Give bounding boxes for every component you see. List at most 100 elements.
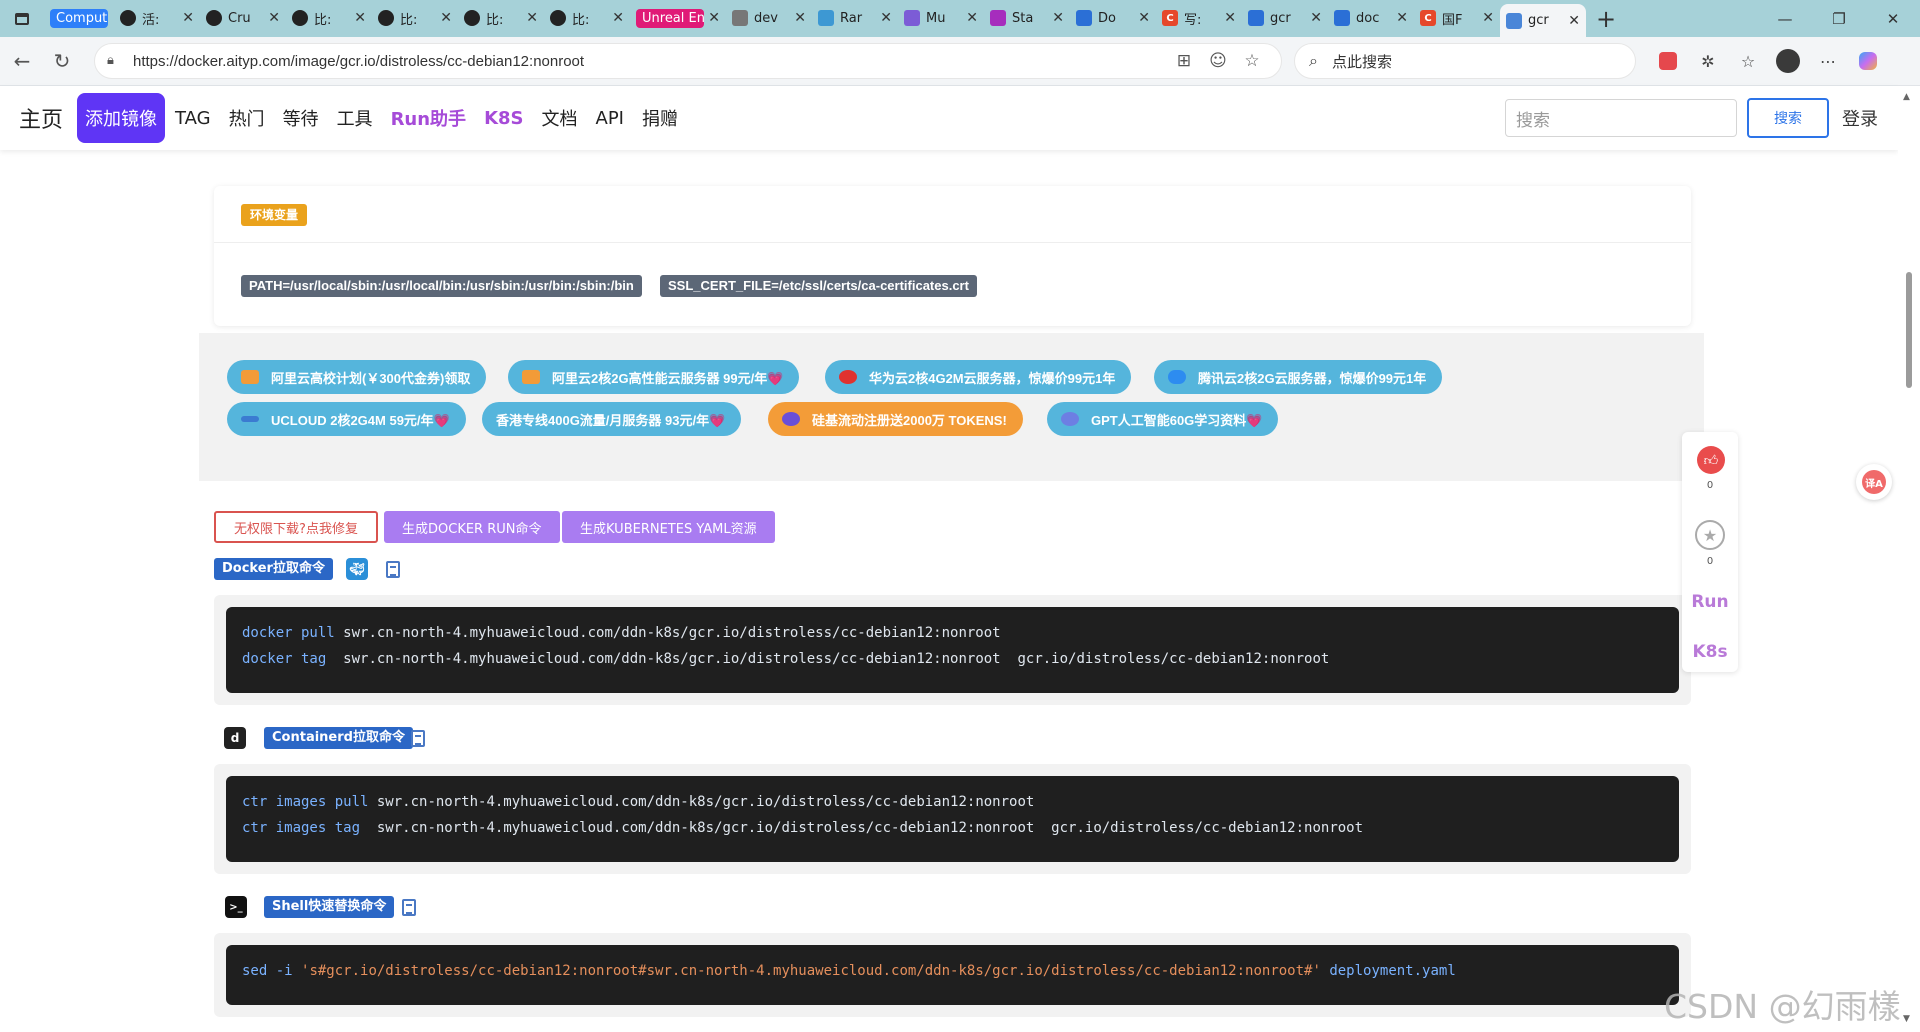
browser-tab[interactable]: 比: ✕ — [286, 4, 372, 32]
scroll-up-icon[interactable]: ▲ — [1903, 92, 1910, 102]
aliyun-icon — [241, 370, 259, 384]
containerd-code-block[interactable]: ctr images pull swr.cn-north-4.myhuaweic… — [226, 776, 1679, 862]
k8s-yaml-button[interactable]: 生成KUBERNETES YAML资源 — [562, 511, 775, 543]
docker-icon[interactable]: 🐳︎ — [346, 558, 368, 580]
new-tab-button[interactable]: + — [1586, 5, 1626, 33]
browser-tab[interactable]: gcr ✕ — [1500, 4, 1586, 37]
scroll-down-icon[interactable]: ▼ — [1903, 1014, 1910, 1024]
nav-waiting[interactable]: 等待 — [283, 105, 319, 131]
close-tab-icon[interactable]: ✕ — [440, 10, 452, 26]
close-tab-icon[interactable]: ✕ — [1482, 10, 1494, 26]
close-tab-icon[interactable]: ✕ — [526, 10, 538, 26]
promo-huawei[interactable]: 华为云2核4G2M云服务器，惊爆价99元1年 — [825, 360, 1132, 394]
restore-icon[interactable]: ❐ — [1812, 10, 1866, 28]
url-text[interactable]: https://docker.aityp.com/image/gcr.io/di… — [133, 53, 1167, 70]
browser-tab[interactable]: doc ✕ — [1328, 4, 1414, 32]
close-tab-icon[interactable]: ✕ — [1224, 10, 1236, 26]
browser-tab[interactable]: C 写: ✕ — [1156, 4, 1242, 32]
extensions-puzzle-icon[interactable]: ✲ — [1688, 43, 1728, 79]
reader-icon[interactable]: ☺ — [1201, 51, 1235, 71]
browser-tab[interactable]: Rar ✕ — [812, 4, 898, 32]
login-link[interactable]: 登录 — [1842, 105, 1878, 131]
k8s-link[interactable]: K8s — [1682, 642, 1738, 662]
promo-aliyun-campus[interactable]: 阿里云高校计划(￥300代金券)领取 — [227, 360, 487, 394]
close-tab-icon[interactable]: ✕ — [1310, 10, 1322, 26]
copilot-icon[interactable] — [1848, 43, 1888, 79]
promo-gpt[interactable]: GPT人工智能60G学习资料💗 — [1047, 402, 1279, 436]
close-tab-icon[interactable]: ✕ — [1052, 10, 1064, 26]
promo-label: 硅基流动注册送2000万 TOKENS! — [812, 412, 1007, 428]
nav-k8s[interactable]: K8S — [484, 108, 523, 129]
run-link[interactable]: Run — [1682, 592, 1738, 612]
site-info-icon[interactable]: 🔒︎ — [107, 53, 123, 69]
nav-tools[interactable]: 工具 — [337, 105, 373, 131]
close-tab-icon[interactable]: ✕ — [612, 10, 624, 26]
site-search-input[interactable]: 搜索 — [1505, 99, 1737, 137]
thumbs-up-icon[interactable]: 👍︎ — [1697, 446, 1725, 474]
browser-tab[interactable]: 比: ✕ — [458, 4, 544, 32]
sidebar-toggle-icon[interactable] — [0, 0, 44, 37]
copy-icon[interactable] — [411, 730, 425, 747]
profile-avatar[interactable] — [1768, 43, 1808, 79]
close-tab-icon[interactable]: ✕ — [354, 10, 366, 26]
more-menu-icon[interactable]: ⋯ — [1808, 43, 1848, 79]
docker-run-button[interactable]: 生成DOCKER RUN命令 — [384, 511, 560, 543]
close-window-icon[interactable]: ✕ — [1866, 10, 1920, 28]
promo-siliconflow[interactable]: 硅基流动注册送2000万 TOKENS! — [768, 402, 1023, 436]
tab-title: 比: — [486, 12, 504, 28]
close-tab-icon[interactable]: ✕ — [1396, 10, 1408, 26]
browser-tab[interactable]: Cru ✕ — [200, 4, 286, 32]
site-search-button[interactable]: 搜索 — [1747, 98, 1829, 138]
favorites-icon[interactable]: ☆ — [1728, 43, 1768, 79]
browser-tab[interactable]: dev ✕ — [726, 4, 812, 32]
back-icon[interactable]: ← — [2, 49, 42, 73]
favorite-star-icon[interactable]: ☆ — [1235, 51, 1269, 71]
close-tab-icon[interactable]: ✕ — [1138, 10, 1150, 26]
app-available-icon[interactable]: ⊞ — [1167, 51, 1201, 71]
close-tab-icon[interactable]: ✕ — [794, 10, 806, 26]
close-tab-icon[interactable]: ✕ — [880, 10, 892, 26]
shell-code-block[interactable]: sed -i 's#gcr.io/distroless/cc-debian12:… — [226, 945, 1679, 1005]
nav-donate[interactable]: 捐赠 — [642, 105, 678, 131]
browser-tab[interactable]: 活: ✕ — [114, 4, 200, 32]
browser-tab[interactable]: C 国F ✕ — [1414, 4, 1500, 32]
docker-code-block[interactable]: docker pull swr.cn-north-4.myhuaweicloud… — [226, 607, 1679, 693]
page-scrollbar[interactable]: ▲ ▼ — [1898, 86, 1920, 1032]
nav-run-helper[interactable]: Run助手 — [391, 105, 467, 131]
close-tab-icon[interactable]: ✕ — [708, 10, 720, 26]
nav-tag[interactable]: TAG — [175, 108, 211, 129]
translate-icon[interactable]: 译A — [1856, 464, 1892, 500]
browser-tab[interactable]: 比: ✕ — [372, 4, 458, 32]
promo-tencent[interactable]: 腾讯云2核2G云服务器，惊爆价99元1年 — [1154, 360, 1443, 394]
promo-aliyun-server[interactable]: 阿里云2核2G高性能云服务器 99元/年💗 — [508, 360, 800, 394]
browser-tab[interactable]: Sta ✕ — [984, 4, 1070, 32]
close-tab-icon[interactable]: ✕ — [1568, 13, 1580, 29]
promo-hk-server[interactable]: 香港专线400G流量/月服务器 93元/年💗 — [482, 402, 742, 436]
copy-icon[interactable] — [402, 899, 416, 916]
url-field[interactable]: 🔒︎ https://docker.aityp.com/image/gcr.io… — [94, 43, 1282, 79]
nav-api[interactable]: API — [596, 108, 624, 129]
extension-red-icon[interactable] — [1648, 43, 1688, 79]
scrollbar-thumb[interactable] — [1906, 272, 1912, 388]
star-icon[interactable]: ★ — [1695, 520, 1725, 550]
browser-tab[interactable]: gcr ✕ — [1242, 4, 1328, 32]
browser-search-field[interactable]: ⌕ 点此搜索 — [1294, 43, 1636, 79]
minimize-icon[interactable]: — — [1758, 10, 1812, 28]
reload-icon[interactable]: ↻ — [42, 49, 82, 73]
browser-tab[interactable]: Unreal En ✕ — [630, 4, 726, 32]
copy-icon[interactable] — [386, 561, 400, 578]
nav-docs[interactable]: 文档 — [542, 105, 578, 131]
nav-add-image[interactable]: 添加镜像 — [77, 93, 166, 143]
fix-permission-button[interactable]: 无权限下载?点我修复 — [214, 511, 378, 543]
close-tab-icon[interactable]: ✕ — [966, 10, 978, 26]
star-count: 0 — [1706, 556, 1714, 567]
browser-tab[interactable]: Mu ✕ — [898, 4, 984, 32]
nav-home-link[interactable]: 主页 — [19, 102, 63, 134]
close-tab-icon[interactable]: ✕ — [182, 10, 194, 26]
nav-hot[interactable]: 热门 — [229, 105, 265, 131]
browser-tab[interactable]: Do ✕ — [1070, 4, 1156, 32]
promo-ucloud[interactable]: UCLOUD 2核2G4M 59元/年💗 — [227, 402, 466, 436]
close-tab-icon[interactable]: ✕ — [268, 10, 280, 26]
browser-tab[interactable]: 比: ✕ — [544, 4, 630, 32]
browser-tab[interactable]: Compute — [44, 4, 114, 32]
